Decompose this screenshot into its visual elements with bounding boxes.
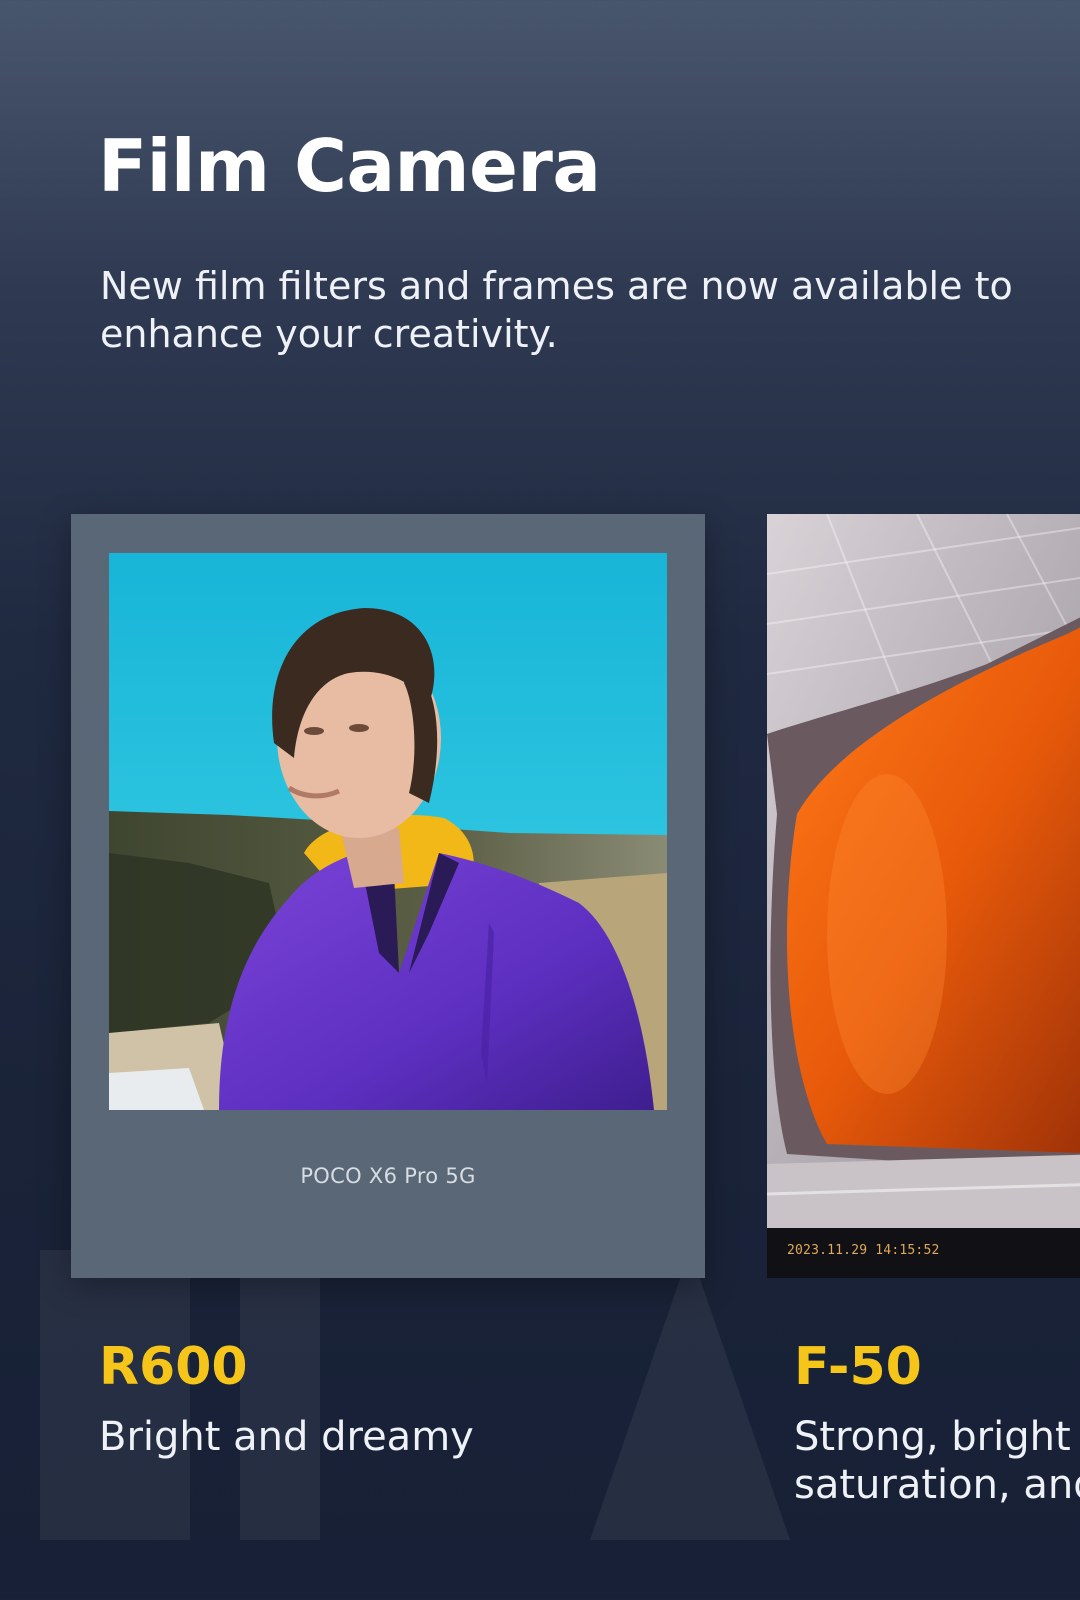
filter-name-f50: F-50: [794, 1337, 922, 1397]
frame-caption: POCO X6 Pro 5G: [300, 1164, 476, 1188]
filter-description-f50: Strong, bright co saturation, and: [794, 1414, 1080, 1508]
page-title: Film Camera: [98, 124, 601, 208]
filter-description-r600: Bright and dreamy: [99, 1414, 474, 1460]
filter-card-f50[interactable]: 2023.11.29 14:15:52: [767, 514, 1080, 1278]
date-stamp: 2023.11.29 14:15:52: [787, 1243, 940, 1258]
page-subtitle: New film filters and frames are now avai…: [100, 264, 1013, 356]
portrait-photo: [109, 553, 667, 1110]
filter-name-r600: R600: [99, 1337, 248, 1397]
orange-structure-photo: [767, 514, 1080, 1228]
filter-card-r600[interactable]: POCO X6 Pro 5G: [71, 514, 705, 1278]
